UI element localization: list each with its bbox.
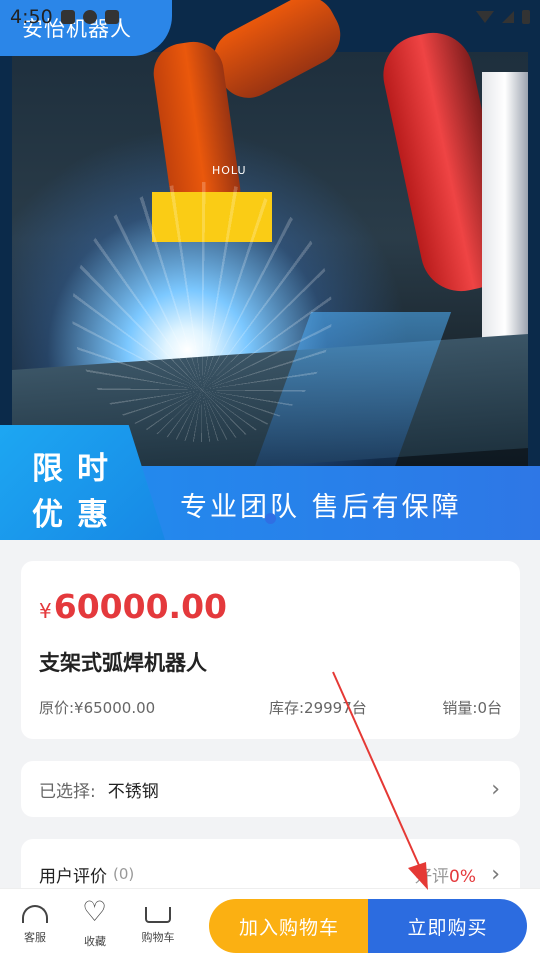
battery-icon: [522, 10, 530, 24]
customer-service-button[interactable]: 客服: [10, 901, 60, 945]
cart-button[interactable]: 购物车: [133, 901, 183, 945]
favorite-label: 收藏: [84, 935, 106, 948]
alert-icon: [82, 10, 97, 24]
product-banner[interactable]: HOLU 限时 优惠 专业团队 售后有保障: [0, 0, 540, 540]
product-name: 支架式弧焊机器人: [39, 651, 207, 675]
currency-symbol: ¥: [39, 599, 52, 623]
favorite-button[interactable]: 收藏: [70, 899, 120, 949]
price-card: ¥ 60000.00 支架式弧焊机器人 原价:¥65000.00 库存:2999…: [21, 561, 520, 739]
good-rating-value: 0%: [449, 866, 476, 887]
slogan-text: 专业团队 售后有保障: [180, 492, 462, 523]
chevron-right-icon: ›: [491, 776, 500, 802]
sales-count: 销量:0台: [442, 699, 502, 717]
status-right: [476, 10, 530, 24]
buy-now-button[interactable]: 立即购买: [368, 899, 527, 953]
customer-service-label: 客服: [24, 931, 46, 944]
status-time: 4:50: [10, 6, 53, 28]
original-price: 原价:¥65000.00: [39, 699, 156, 717]
wifi-icon: [476, 11, 494, 23]
cart-icon: [145, 907, 171, 923]
signal-icon: [502, 11, 514, 23]
add-to-cart-button[interactable]: 加入购物车: [209, 899, 369, 953]
good-rating: 好评0%: [415, 862, 476, 887]
status-left: 4:50: [10, 6, 119, 28]
price-value: 60000.00: [53, 587, 228, 626]
keyboard-icon: [104, 10, 119, 24]
bottom-action-bar: 客服 收藏 购物车 加入购物车 立即购买: [0, 888, 540, 961]
good-rating-label: 好评: [415, 866, 450, 887]
carousel-indicator[interactable]: [265, 513, 276, 524]
stock-count: 库存:29997台: [269, 699, 367, 717]
spec-selector[interactable]: 已选择: 不锈钢 ›: [21, 761, 520, 817]
price-row: ¥ 60000.00: [39, 587, 227, 626]
robot-body-right: [482, 72, 528, 372]
chevron-right-icon: ›: [491, 861, 500, 887]
reviews-title: 用户评价: [39, 866, 107, 887]
promo-line-1: 限时: [32, 451, 122, 487]
promo-line-2: 优惠: [32, 497, 122, 533]
banner-image: HOLU: [12, 0, 528, 485]
spec-label: 已选择:: [39, 781, 96, 802]
scene-label: HOLU: [212, 164, 247, 177]
status-bar: 4:50: [0, 0, 540, 34]
spec-value: 不锈钢: [107, 781, 159, 802]
reviews-count: (0): [113, 865, 135, 883]
cart-label: 购物车: [141, 931, 175, 944]
headset-icon: [22, 905, 48, 923]
heart-icon: [82, 899, 108, 927]
notification-icon: [60, 10, 75, 24]
welding-sparks: [72, 182, 332, 442]
